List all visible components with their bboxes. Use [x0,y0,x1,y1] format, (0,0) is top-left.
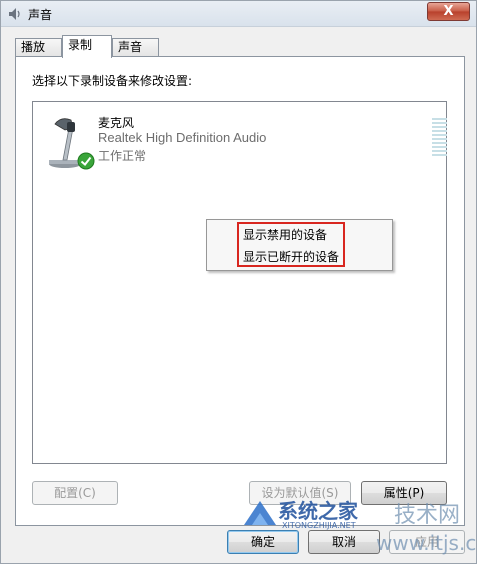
device-name: 麦克风 [98,116,135,130]
green-check-icon [77,152,95,170]
configure-button[interactable]: 配置(C) [32,481,118,505]
sound-dialog: 声音 X 播放 录制 声音 选择以下录制设备来修改设置: 麦克风 Realtek… [0,0,477,564]
properties-button[interactable]: 属性(P) [361,481,447,505]
tab-recording[interactable]: 录制 [62,35,112,58]
device-item-microphone[interactable]: 麦克风 Realtek High Definition Audio 工作正常 [43,110,447,170]
title-bar[interactable]: 声音 X [1,1,476,27]
set-default-button[interactable]: 设为默认值(S) [249,481,351,505]
instruction-label: 选择以下录制设备来修改设置: [32,74,193,88]
tab-sounds[interactable]: 声音 [112,38,159,57]
cancel-button[interactable]: 取消 [308,530,380,554]
speaker-icon [9,8,20,20]
apply-button[interactable]: 应用 [389,530,465,554]
level-meter [432,118,447,158]
device-description: Realtek High Definition Audio [98,130,267,145]
close-button[interactable]: X [427,2,470,21]
tab-playback[interactable]: 播放 [15,38,62,57]
menu-item-show-disconnected[interactable]: 显示已断开的设备 [243,248,339,265]
device-list[interactable]: 麦克风 Realtek High Definition Audio 工作正常 显… [32,101,447,464]
ok-button[interactable]: 确定 [227,530,299,554]
menu-item-show-disabled[interactable]: 显示禁用的设备 [243,226,327,243]
recording-panel: 选择以下录制设备来修改设置: 麦克风 Realtek High Definiti… [15,56,465,526]
window-title: 声音 [28,8,53,22]
device-status: 工作正常 [98,149,147,163]
context-menu: 显示禁用的设备 显示已断开的设备 [206,219,393,271]
